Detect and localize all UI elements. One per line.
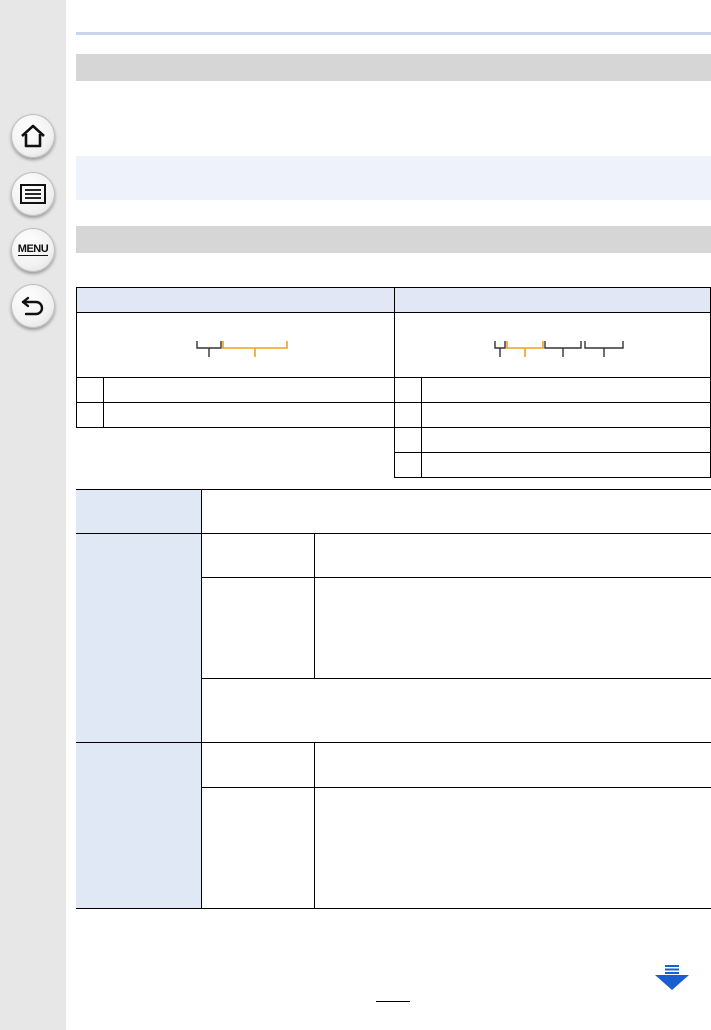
home-button[interactable] [11,114,55,158]
section-heading-bar [76,226,711,253]
option-name-cell [201,787,314,909]
index-cell [394,377,422,403]
back-button[interactable] [11,284,55,328]
option-description-cell [314,577,711,678]
index-cell [76,377,104,403]
diagram-header-cell [76,287,395,313]
setting-label-cell [76,742,201,909]
option-description-cell [314,742,711,787]
note-cell [201,678,711,742]
note-box [76,156,711,200]
menu-list-icon [20,184,46,204]
setting-label-cell [76,533,201,742]
setting-value-cell [201,489,711,533]
left-diagram [196,341,288,357]
page-number-rule [376,1001,410,1002]
option-name-cell [201,742,314,787]
settings-table [76,489,711,909]
text-cell [103,377,395,403]
index-cell [76,402,104,428]
diagram-cell [394,312,711,378]
menu-button[interactable]: MENU [11,228,55,272]
text-cell [103,402,395,428]
option-name-cell [201,577,314,678]
text-cell [421,452,711,478]
index-cell [394,427,422,453]
home-icon [21,124,45,148]
side-navigation: MENU [0,0,66,1030]
back-arrow-icon [21,296,44,316]
index-cell [394,452,422,478]
option-name-cell [201,533,314,577]
section-heading-bar [76,54,711,81]
setting-label-cell [76,489,201,533]
diagram-header-cell [394,287,711,313]
option-description-cell [314,787,711,909]
text-cell [421,402,711,428]
text-cell [421,377,711,403]
next-page-arrow-icon[interactable] [655,965,689,991]
menu-label: MENU [17,243,49,256]
right-diagram [494,341,624,357]
option-description-cell [314,533,711,577]
diagram-cell [76,312,395,378]
header-rule [76,32,711,35]
contents-list-button[interactable] [11,172,55,216]
index-cell [394,402,422,428]
text-cell [421,427,711,453]
